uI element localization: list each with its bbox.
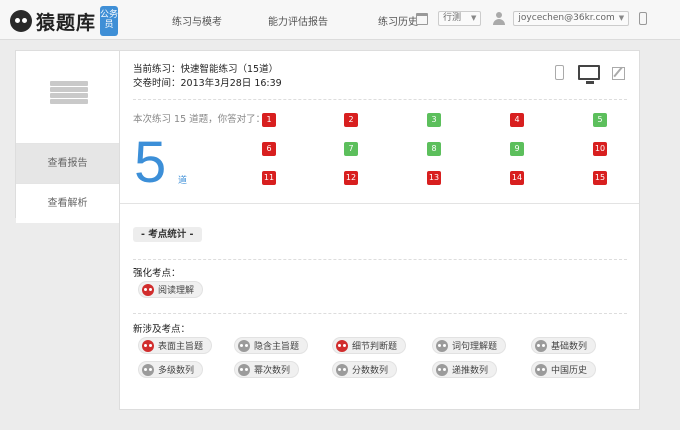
tag-label: 隐含主旨题 bbox=[254, 342, 300, 352]
knowledge-tag[interactable]: 多级数列 bbox=[138, 361, 204, 378]
divider bbox=[133, 99, 627, 100]
divider bbox=[133, 313, 627, 314]
question-grid: 1 2 3 4 5 6 7 8 9 10 11 12 13 14 15 bbox=[262, 113, 614, 185]
knowledge-tag[interactable]: 中国历史 bbox=[531, 361, 597, 378]
tag-label: 中国历史 bbox=[551, 366, 588, 376]
user-email: joycechen@36kr.com bbox=[518, 13, 615, 23]
question-14-box[interactable]: 14 bbox=[510, 171, 524, 185]
monkey-icon bbox=[535, 363, 547, 376]
chevron-down-icon: ▼ bbox=[471, 14, 477, 22]
tag-label: 基础数列 bbox=[551, 342, 588, 352]
chevron-down-icon: ▼ bbox=[618, 14, 625, 22]
tag-label: 阅读理解 bbox=[158, 286, 195, 296]
user-icon bbox=[493, 12, 506, 25]
question-5-box[interactable]: 5 bbox=[593, 113, 607, 127]
practice-info: 当前练习：快速智能练习（15道） 交卷时间：2013年3月28日 16:39 bbox=[133, 63, 282, 91]
question-10-box[interactable]: 10 bbox=[593, 142, 607, 156]
question-7-box[interactable]: 7 bbox=[344, 142, 358, 156]
question-6-box[interactable]: 6 bbox=[262, 142, 276, 156]
monkey-logo-icon bbox=[10, 10, 32, 32]
question-4-box[interactable]: 4 bbox=[510, 113, 524, 127]
view-analysis-tab[interactable]: 查看解析 bbox=[16, 183, 119, 223]
device-toggle bbox=[555, 65, 625, 84]
logo[interactable]: 猿题库 公务员 bbox=[10, 6, 118, 36]
knowledge-tag[interactable]: 基础数列 bbox=[531, 337, 597, 354]
logo-text: 猿题库 bbox=[36, 11, 97, 34]
divider bbox=[120, 203, 639, 204]
nav-ability-report[interactable]: 能力评估报告 bbox=[268, 13, 328, 28]
nav-history[interactable]: 练习历史 bbox=[378, 13, 418, 28]
monkey-icon bbox=[142, 283, 154, 296]
edit-icon[interactable] bbox=[612, 67, 625, 80]
tag-label: 多级数列 bbox=[158, 366, 195, 376]
question-9-box[interactable]: 9 bbox=[510, 142, 524, 156]
calendar-icon[interactable] bbox=[416, 12, 428, 25]
summary-text: 本次练习 15 道题，你答对了： bbox=[133, 114, 266, 125]
tag-label: 表面主旨题 bbox=[158, 342, 204, 352]
question-8-box[interactable]: 8 bbox=[427, 142, 441, 156]
monkey-icon bbox=[142, 339, 154, 352]
monkey-icon bbox=[436, 339, 448, 352]
mobile-icon[interactable] bbox=[639, 12, 648, 25]
question-11-box[interactable]: 11 bbox=[262, 171, 276, 185]
tag-label: 词句理解题 bbox=[452, 342, 498, 352]
books-icon bbox=[50, 81, 88, 105]
knowledge-tag[interactable]: 递推数列 bbox=[432, 361, 498, 378]
subject-select-value: 行测 bbox=[443, 13, 462, 23]
monkey-icon bbox=[336, 363, 348, 376]
monkey-icon bbox=[436, 363, 448, 376]
submit-time: 交卷时间：2013年3月28日 16:39 bbox=[133, 78, 282, 89]
divider bbox=[133, 259, 627, 260]
monkey-icon bbox=[336, 339, 348, 352]
knowledge-tag[interactable]: 隐含主旨题 bbox=[234, 337, 309, 354]
phone-view-icon[interactable] bbox=[555, 65, 564, 80]
monkey-icon bbox=[535, 339, 547, 352]
top-bar: 猿题库 公务员 练习与模考 能力评估报告 练习历史 行测 ▼ joycechen… bbox=[0, 0, 680, 40]
view-report-tab[interactable]: 查看报告 bbox=[16, 143, 119, 183]
tag-label: 递推数列 bbox=[452, 366, 489, 376]
stats-button[interactable]: - 考点统计 - bbox=[133, 227, 202, 242]
category-badge: 公务员 bbox=[100, 6, 118, 36]
question-3-box[interactable]: 3 bbox=[427, 113, 441, 127]
top-right-tools: 行测 ▼ joycechen@36kr.com ▼ bbox=[416, 11, 648, 26]
report-panel: 当前练习：快速智能练习（15道） 交卷时间：2013年3月28日 16:39 本… bbox=[119, 50, 640, 410]
desktop-view-icon[interactable] bbox=[578, 65, 600, 84]
correct-unit: 道 bbox=[178, 176, 188, 186]
question-2-box[interactable]: 2 bbox=[344, 113, 358, 127]
knowledge-tag[interactable]: 细节判断题 bbox=[332, 337, 407, 354]
monkey-icon bbox=[238, 363, 250, 376]
monkey-icon bbox=[142, 363, 154, 376]
question-15-box[interactable]: 15 bbox=[593, 171, 607, 185]
current-practice-label: 当前练习：快速智能练习（15道） bbox=[133, 64, 279, 75]
nav-practice[interactable]: 练习与模考 bbox=[172, 13, 222, 28]
tag-label: 细节判断题 bbox=[352, 342, 398, 352]
question-12-box[interactable]: 12 bbox=[344, 171, 358, 185]
knowledge-tag[interactable]: 表面主旨题 bbox=[138, 337, 213, 354]
question-1-box[interactable]: 1 bbox=[262, 113, 276, 127]
question-13-box[interactable]: 13 bbox=[427, 171, 441, 185]
knowledge-tag[interactable]: 幂次数列 bbox=[234, 361, 300, 378]
knowledge-tag[interactable]: 分数数列 bbox=[332, 361, 398, 378]
subject-select[interactable]: 行测 ▼ bbox=[438, 11, 482, 26]
monkey-icon bbox=[238, 339, 250, 352]
new-points-title: 新涉及考点： bbox=[133, 324, 191, 335]
user-menu[interactable]: joycechen@36kr.com ▼ bbox=[513, 11, 630, 26]
correct-count: 5 bbox=[134, 130, 167, 195]
knowledge-tag[interactable]: 词句理解题 bbox=[432, 337, 507, 354]
tag-label: 分数数列 bbox=[352, 366, 389, 376]
left-sidebar: 查看报告 查看解析 bbox=[15, 50, 120, 223]
strengthen-title: 强化考点： bbox=[133, 268, 181, 279]
knowledge-tag[interactable]: 阅读理解 bbox=[138, 281, 204, 298]
tag-label: 幂次数列 bbox=[254, 366, 291, 376]
